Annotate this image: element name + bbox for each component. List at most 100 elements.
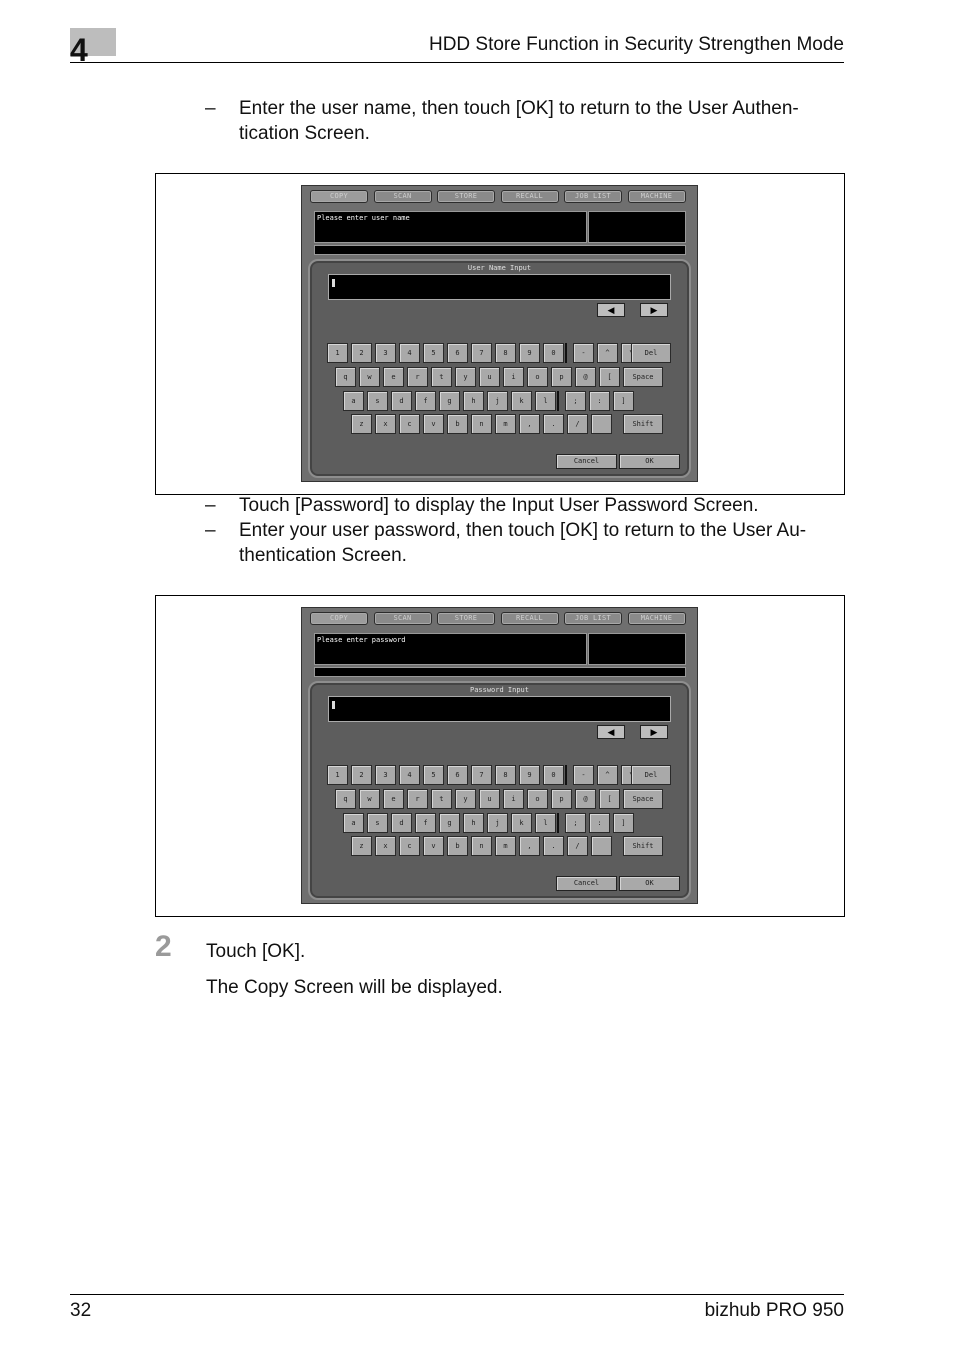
key-shift[interactable]: Shift bbox=[623, 414, 663, 434]
key-6[interactable]: 6 bbox=[447, 765, 468, 785]
key-b[interactable]: b bbox=[447, 414, 468, 434]
key-p[interactable]: p bbox=[551, 789, 572, 809]
cancel-button[interactable]: Cancel bbox=[556, 876, 617, 891]
tab-copy[interactable]: COPY bbox=[310, 190, 368, 203]
key-y[interactable]: y bbox=[455, 367, 476, 387]
text-input-field[interactable] bbox=[328, 696, 671, 722]
key-f[interactable]: f bbox=[415, 391, 436, 411]
key-r[interactable]: r bbox=[407, 789, 428, 809]
key-j[interactable]: j bbox=[487, 813, 508, 833]
key-u[interactable]: u bbox=[479, 367, 500, 387]
key-8[interactable]: 8 bbox=[495, 765, 516, 785]
key-z[interactable]: z bbox=[351, 836, 372, 856]
key-b[interactable]: b bbox=[447, 836, 468, 856]
tab-store[interactable]: STORE bbox=[437, 612, 495, 625]
key-z[interactable]: z bbox=[351, 414, 372, 434]
key-3[interactable]: 3 bbox=[375, 765, 396, 785]
key-d[interactable]: d bbox=[391, 813, 412, 833]
cancel-button[interactable]: Cancel bbox=[556, 454, 617, 469]
key-2[interactable]: 2 bbox=[351, 765, 372, 785]
key-x[interactable]: x bbox=[375, 414, 396, 434]
key-t[interactable]: t bbox=[431, 367, 452, 387]
key-c93[interactable]: ] bbox=[613, 391, 634, 411]
key-j[interactable]: j bbox=[487, 391, 508, 411]
tab-store[interactable]: STORE bbox=[437, 190, 495, 203]
key-m[interactable]: m bbox=[495, 414, 516, 434]
text-input-field[interactable] bbox=[328, 274, 671, 300]
key-7[interactable]: 7 bbox=[471, 343, 492, 363]
key-c64[interactable]: @ bbox=[575, 789, 596, 809]
tab-scan[interactable]: SCAN bbox=[373, 190, 432, 203]
key-0[interactable]: 0 bbox=[543, 343, 564, 363]
key-c46[interactable]: . bbox=[543, 414, 564, 434]
key-c64[interactable]: @ bbox=[575, 367, 596, 387]
key-5[interactable]: 5 bbox=[423, 343, 444, 363]
key-5[interactable]: 5 bbox=[423, 765, 444, 785]
key-6[interactable]: 6 bbox=[447, 343, 468, 363]
key-del[interactable]: Del bbox=[631, 765, 671, 785]
key-g[interactable]: g bbox=[439, 813, 460, 833]
tab-recall[interactable]: RECALL bbox=[500, 612, 559, 625]
key-i[interactable]: i bbox=[503, 789, 524, 809]
key-h[interactable]: h bbox=[463, 813, 484, 833]
key-space[interactable]: Space bbox=[623, 367, 663, 387]
key-y[interactable]: y bbox=[455, 789, 476, 809]
cursor-left-button[interactable]: ◀ bbox=[597, 303, 625, 317]
key-g[interactable]: g bbox=[439, 391, 460, 411]
key-k[interactable]: k bbox=[511, 813, 532, 833]
key-q[interactable]: q bbox=[335, 789, 356, 809]
key-v[interactable]: v bbox=[423, 836, 444, 856]
key-n[interactable]: n bbox=[471, 414, 492, 434]
key-1[interactable]: 1 bbox=[327, 765, 348, 785]
tab-job-list[interactable]: JOB LIST bbox=[564, 190, 622, 203]
key-9[interactable]: 9 bbox=[519, 765, 540, 785]
key-c59[interactable]: ; bbox=[565, 391, 586, 411]
key-c93[interactable]: ] bbox=[613, 813, 634, 833]
tab-copy[interactable]: COPY bbox=[310, 612, 368, 625]
key-3[interactable]: 3 bbox=[375, 343, 396, 363]
key-s[interactable]: s bbox=[367, 813, 388, 833]
key-d[interactable]: d bbox=[391, 391, 412, 411]
key-c59[interactable]: ; bbox=[565, 813, 586, 833]
key-p[interactable]: p bbox=[551, 367, 572, 387]
key-k[interactable]: k bbox=[511, 391, 532, 411]
key-x[interactable]: x bbox=[375, 836, 396, 856]
key-e[interactable]: e bbox=[383, 789, 404, 809]
key-c91[interactable]: [ bbox=[599, 789, 620, 809]
key-w[interactable]: w bbox=[359, 789, 380, 809]
key-c47[interactable]: / bbox=[567, 836, 588, 856]
key-4[interactable]: 4 bbox=[399, 343, 420, 363]
key-l[interactable]: l bbox=[535, 391, 556, 411]
ok-button[interactable]: OK bbox=[619, 876, 680, 891]
key-c46[interactable]: . bbox=[543, 836, 564, 856]
key-l[interactable]: l bbox=[535, 813, 556, 833]
key-e[interactable]: e bbox=[383, 367, 404, 387]
key-t[interactable]: t bbox=[431, 789, 452, 809]
tab-recall[interactable]: RECALL bbox=[500, 190, 559, 203]
key-f[interactable]: f bbox=[415, 813, 436, 833]
cursor-right-button[interactable]: ▶ bbox=[640, 303, 668, 317]
key-n[interactable]: n bbox=[471, 836, 492, 856]
key-o[interactable]: o bbox=[527, 789, 548, 809]
key-c44[interactable]: , bbox=[519, 414, 540, 434]
key-h[interactable]: h bbox=[463, 391, 484, 411]
key-1[interactable]: 1 bbox=[327, 343, 348, 363]
key-c47[interactable]: / bbox=[567, 414, 588, 434]
tab-machine[interactable]: MACHINE bbox=[627, 190, 686, 203]
tab-scan[interactable]: SCAN bbox=[373, 612, 432, 625]
cursor-right-button[interactable]: ▶ bbox=[640, 725, 668, 739]
key-c91[interactable]: [ bbox=[599, 367, 620, 387]
key-7[interactable]: 7 bbox=[471, 765, 492, 785]
key-c44[interactable]: , bbox=[519, 836, 540, 856]
key-shift[interactable]: Shift bbox=[623, 836, 663, 856]
key-blank[interactable] bbox=[591, 836, 612, 856]
key-m[interactable]: m bbox=[495, 836, 516, 856]
key-4[interactable]: 4 bbox=[399, 765, 420, 785]
key-c[interactable]: c bbox=[399, 836, 420, 856]
key-c94[interactable]: ^ bbox=[597, 343, 618, 363]
key-w[interactable]: w bbox=[359, 367, 380, 387]
key-i[interactable]: i bbox=[503, 367, 524, 387]
key-c58[interactable]: : bbox=[589, 391, 610, 411]
key-c45[interactable]: - bbox=[573, 765, 594, 785]
key-c58[interactable]: : bbox=[589, 813, 610, 833]
